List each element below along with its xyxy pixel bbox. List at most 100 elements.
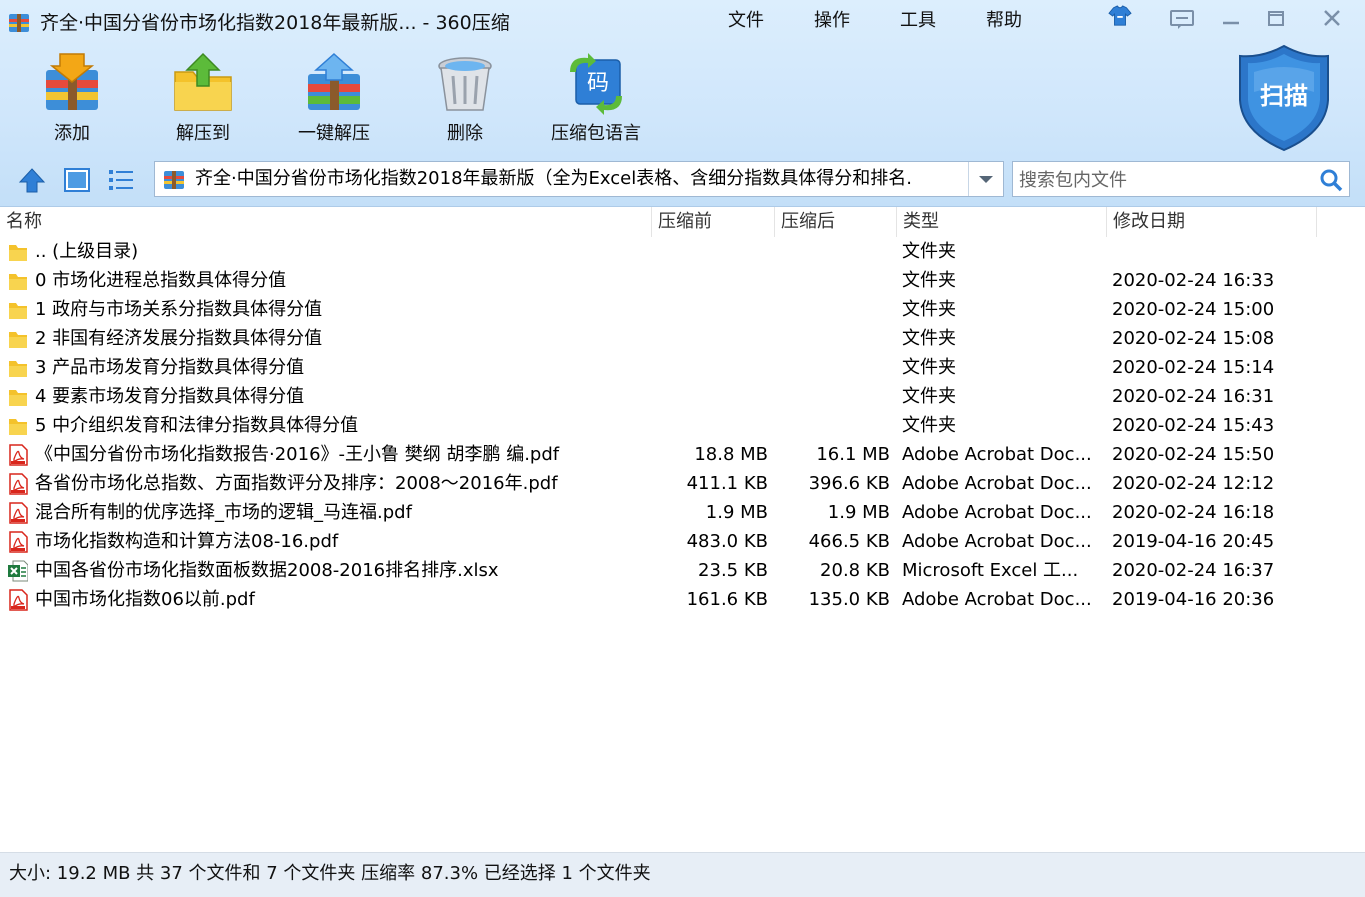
file-size-before: 1.9 MB: [705, 502, 768, 523]
file-size-after: 20.8 KB: [820, 560, 890, 581]
file-name-cell: 4 要素市场发育分指数具体得分值: [8, 382, 648, 411]
file-name-cell: 市场化指数构造和计算方法08-16.pdf: [8, 527, 648, 556]
file-name: 5 中介组织发育和法律分指数具体得分值: [35, 415, 359, 436]
file-row[interactable]: 《中国分省份市场化指数报告·2016》-王小鲁 樊纲 胡李鹏 编.pdf 18.…: [0, 440, 1365, 469]
file-name-cell: 0 市场化进程总指数具体得分值: [8, 266, 648, 295]
file-name-cell: 中国各省份市场化指数面板数据2008-2016排名排序.xlsx: [8, 556, 648, 585]
folder-icon: [9, 361, 27, 377]
file-modified: 2020-02-24 12:12: [1112, 473, 1275, 494]
file-size-after: 16.1 MB: [816, 444, 890, 465]
up-level-icon[interactable]: [18, 166, 46, 194]
menu-help[interactable]: 帮助: [986, 8, 1022, 34]
column-modified[interactable]: 修改日期: [1107, 207, 1317, 237]
scan-button[interactable]: 扫描: [1234, 42, 1334, 154]
search-input[interactable]: [1017, 165, 1317, 195]
file-row[interactable]: 中国市场化指数06以前.pdf 161.6 KB 135.0 KB Adobe …: [0, 585, 1365, 614]
archive-language-button[interactable]: 码 压缩包语言: [541, 52, 651, 152]
folder-icon: [9, 332, 27, 348]
file-row[interactable]: 1 政府与市场关系分指数具体得分值 文件夹 2020-02-24 15:00: [0, 295, 1365, 324]
top-chrome: 齐全·中国分省份市场化指数2018年最新版... - 360压缩 文件 操作 工…: [0, 0, 1365, 207]
chevron-down-icon[interactable]: [968, 162, 1003, 196]
file-type: Microsoft Excel 工...: [902, 560, 1079, 581]
extract-to-button[interactable]: 解压到: [148, 52, 258, 152]
search-icon[interactable]: [1319, 168, 1343, 192]
delete-button[interactable]: 删除: [410, 52, 520, 152]
file-name-cell: 3 产品市场发育分指数具体得分值: [8, 353, 648, 382]
file-modified: 2020-02-24 16:37: [1112, 560, 1275, 581]
file-name: 市场化指数构造和计算方法08-16.pdf: [35, 531, 339, 552]
file-row[interactable]: 4 要素市场发育分指数具体得分值 文件夹 2020-02-24 16:31: [0, 382, 1365, 411]
file-size-after: [776, 353, 890, 382]
file-name: 4 要素市场发育分指数具体得分值: [35, 386, 305, 407]
archive-add-icon: [46, 53, 98, 110]
maximize-icon[interactable]: [1262, 8, 1290, 30]
list-view-icon[interactable]: [107, 166, 135, 194]
thumbnail-view-icon[interactable]: [63, 166, 91, 194]
file-name: 1 政府与市场关系分指数具体得分值: [35, 299, 323, 320]
path-bar[interactable]: 齐全·中国分省份市场化指数2018年最新版（全为Excel表格、含细分指数具体得…: [154, 161, 1004, 197]
file-size-before: 411.1 KB: [686, 473, 768, 494]
skin-icon[interactable]: [1106, 5, 1134, 27]
file-name: 《中国分省份市场化指数报告·2016》-王小鲁 樊纲 胡李鹏 编.pdf: [35, 444, 560, 465]
minimize-icon[interactable]: [1217, 8, 1245, 30]
folder-icon: [9, 390, 27, 406]
column-name[interactable]: 名称: [0, 207, 652, 237]
file-name: 3 产品市场发育分指数具体得分值: [35, 357, 305, 378]
file-modified: [1112, 237, 1312, 266]
file-type: Adobe Acrobat Doc...: [902, 589, 1092, 610]
column-type[interactable]: 类型: [897, 207, 1107, 237]
file-size-after: [776, 411, 890, 440]
pdf-file-icon: [9, 531, 28, 553]
file-type: 文件夹: [902, 357, 956, 378]
file-row[interactable]: 2 非国有经济发展分指数具体得分值 文件夹 2020-02-24 15:08: [0, 324, 1365, 353]
file-name: 混合所有制的优序选择_市场的逻辑_马连福.pdf: [35, 502, 412, 523]
file-type: 文件夹: [902, 328, 956, 349]
file-size-before: [655, 295, 768, 324]
file-name: 0 市场化进程总指数具体得分值: [35, 270, 287, 291]
file-name-cell: 各省份市场化总指数、方面指数评分及排序：2008～2016年.pdf: [8, 469, 648, 498]
archive-icon: [164, 171, 184, 189]
file-type: 文件夹: [902, 241, 956, 262]
pdf-file-icon: [9, 444, 28, 466]
file-size-after: [776, 382, 890, 411]
file-row[interactable]: 3 产品市场发育分指数具体得分值 文件夹 2020-02-24 15:14: [0, 353, 1365, 382]
file-row[interactable]: 中国各省份市场化指数面板数据2008-2016排名排序.xlsx 23.5 KB…: [0, 556, 1365, 585]
file-row[interactable]: 混合所有制的优序选择_市场的逻辑_马连福.pdf 1.9 MB 1.9 MB A…: [0, 498, 1365, 527]
file-modified: 2019-04-16 20:36: [1112, 589, 1275, 610]
file-row[interactable]: 0 市场化进程总指数具体得分值 文件夹 2020-02-24 16:33: [0, 266, 1365, 295]
status-text: 大小: 19.2 MB 共 37 个文件和 7 个文件夹 压缩率 87.3% 已…: [9, 863, 651, 884]
encoding-icon-text: 码: [587, 71, 609, 96]
menu-tools[interactable]: 工具: [900, 8, 936, 34]
file-name-cell: 《中国分省份市场化指数报告·2016》-王小鲁 樊纲 胡李鹏 编.pdf: [8, 440, 648, 469]
file-row[interactable]: 市场化指数构造和计算方法08-16.pdf 483.0 KB 466.5 KB …: [0, 527, 1365, 556]
one-click-extract-button[interactable]: 一键解压: [279, 52, 389, 152]
add-button[interactable]: 添加: [17, 52, 127, 152]
file-row[interactable]: 各省份市场化总指数、方面指数评分及排序：2008～2016年.pdf 411.1…: [0, 469, 1365, 498]
close-icon[interactable]: [1318, 8, 1346, 30]
file-modified: 2020-02-24 16:31: [1112, 386, 1275, 407]
one-click-extract-label: 一键解压: [298, 123, 370, 144]
column-size-before[interactable]: 压缩前: [652, 207, 775, 237]
file-name-cell: .. (上级目录): [8, 237, 648, 266]
file-name: .. (上级目录): [35, 241, 139, 262]
menu-operate[interactable]: 操作: [814, 8, 850, 34]
file-row[interactable]: .. (上级目录) 文件夹: [0, 237, 1365, 266]
scan-label: 扫描: [1260, 82, 1308, 110]
search-box: [1012, 161, 1350, 197]
file-name-cell: 混合所有制的优序选择_市场的逻辑_马连福.pdf: [8, 498, 648, 527]
file-modified: 2020-02-24 15:43: [1112, 415, 1275, 436]
file-size-after: [776, 295, 890, 324]
status-bar: 大小: 19.2 MB 共 37 个文件和 7 个文件夹 压缩率 87.3% 已…: [0, 852, 1365, 897]
file-size-before: [655, 266, 768, 295]
feedback-icon[interactable]: [1168, 8, 1196, 30]
column-size-after[interactable]: 压缩后: [775, 207, 897, 237]
file-name-cell: 1 政府与市场关系分指数具体得分值: [8, 295, 648, 324]
file-row[interactable]: 5 中介组织发育和法律分指数具体得分值 文件夹 2020-02-24 15:43: [0, 411, 1365, 440]
file-type: Adobe Acrobat Doc...: [902, 444, 1092, 465]
file-list: .. (上级目录) 文件夹 0 市场化进程总指数具体得分值 文件夹 2020-0…: [0, 237, 1365, 614]
column-header: 名称 压缩前 压缩后 类型 修改日期: [0, 207, 1365, 237]
folder-extract-icon: [174, 52, 232, 111]
menu-file[interactable]: 文件: [728, 8, 764, 34]
extract-to-label: 解压到: [176, 123, 230, 144]
file-size-after: 1.9 MB: [827, 502, 890, 523]
